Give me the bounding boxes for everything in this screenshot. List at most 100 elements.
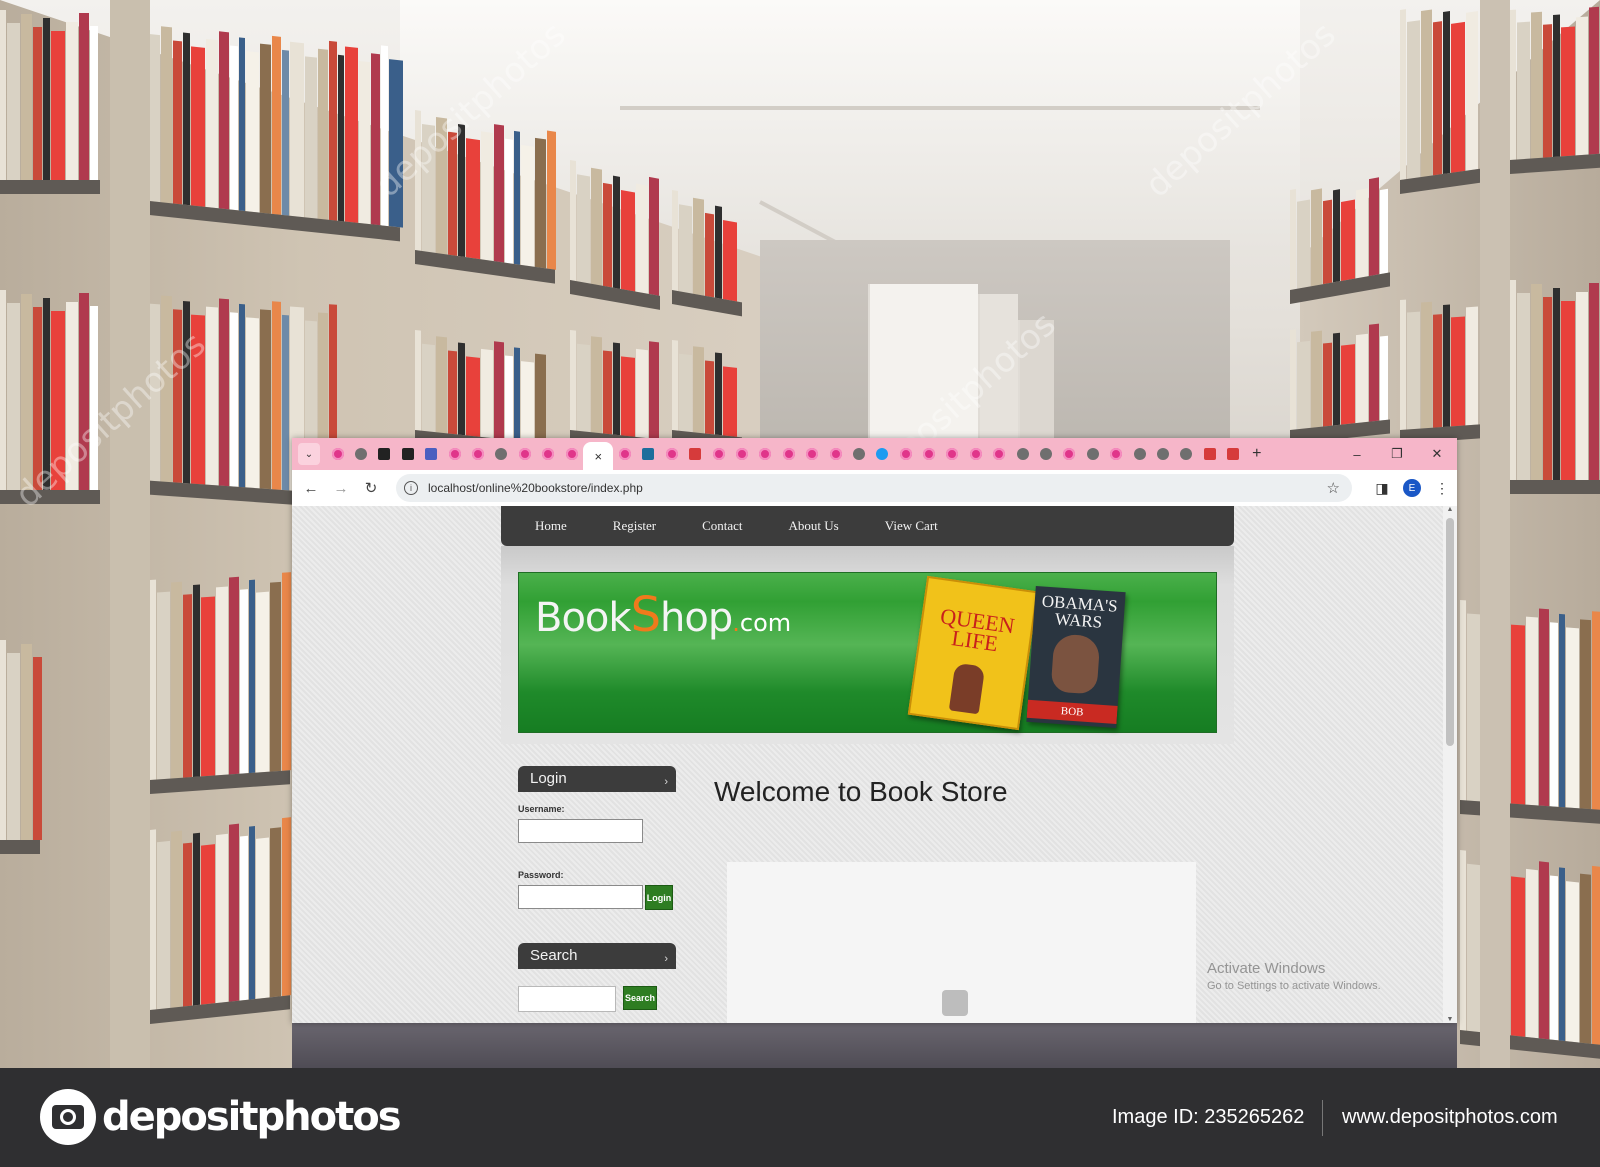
tab-favicon-icon[interactable] xyxy=(613,438,636,470)
tab-favicon-icon[interactable] xyxy=(1081,438,1104,470)
tab-search-chevron-icon[interactable]: ⌄ xyxy=(298,443,320,465)
tab-favicon-icon[interactable] xyxy=(683,438,706,470)
book-spine xyxy=(240,589,248,774)
book-spine xyxy=(1356,333,1368,424)
book-spine xyxy=(183,32,190,206)
tab-favicon-icon[interactable] xyxy=(537,438,560,470)
site-info-icon[interactable]: i xyxy=(404,481,418,495)
reload-icon[interactable]: ↻ xyxy=(356,473,386,503)
book-spine xyxy=(505,138,513,264)
book-spine xyxy=(1466,11,1478,171)
book-spine xyxy=(1400,299,1406,430)
search-button[interactable]: Search xyxy=(623,986,657,1010)
book-spine xyxy=(422,123,435,253)
tab-favicon-icon[interactable] xyxy=(349,438,372,470)
bookmark-star-icon[interactable]: ☆ xyxy=(1327,479,1340,497)
tab-favicon-icon[interactable] xyxy=(1221,438,1244,470)
book-spine xyxy=(679,204,692,294)
tab-favicon-icon[interactable] xyxy=(1105,438,1128,470)
tab-favicon-icon[interactable] xyxy=(396,438,419,470)
nav-about-link[interactable]: About Us xyxy=(789,518,839,534)
book-spine xyxy=(1356,188,1368,279)
tab-favicon-icon[interactable] xyxy=(490,438,513,470)
book-spine xyxy=(1543,24,1552,158)
book-spine xyxy=(672,190,678,292)
restore-button[interactable]: ❐ xyxy=(1377,438,1417,470)
tab-favicon-icon[interactable] xyxy=(1011,438,1034,470)
tab-favicon-icon[interactable] xyxy=(800,438,823,470)
tab-favicon-icon[interactable] xyxy=(941,438,964,470)
image-id-text: Image ID: 235265262 xyxy=(1112,1106,1305,1128)
tab-favicon-icon[interactable] xyxy=(513,438,536,470)
site-url-text: www.depositphotos.com xyxy=(1342,1106,1558,1128)
book-spine xyxy=(613,342,620,436)
book-spine xyxy=(1333,189,1340,283)
nav-home-link[interactable]: Home xyxy=(535,518,567,534)
username-input[interactable] xyxy=(518,819,643,843)
close-window-button[interactable]: ✕ xyxy=(1417,438,1457,470)
tab-favicon-icon[interactable] xyxy=(420,438,443,470)
tab-favicon-icon[interactable] xyxy=(964,438,987,470)
tab-favicon-icon[interactable] xyxy=(777,438,800,470)
book-spine xyxy=(621,189,635,292)
nav-contact-link[interactable]: Contact xyxy=(702,518,742,534)
side-panel-icon[interactable]: ◨ xyxy=(1367,480,1397,497)
tab-favicon-icon[interactable] xyxy=(326,438,349,470)
tab-favicon-icon[interactable] xyxy=(1198,438,1221,470)
book-spine xyxy=(415,110,421,251)
tab-favicon-icon[interactable] xyxy=(1151,438,1174,470)
menu-kebab-icon[interactable]: ⋮ xyxy=(1427,480,1457,497)
book-spine xyxy=(1592,865,1600,1045)
tab-favicon-icon[interactable] xyxy=(443,438,466,470)
scrollbar-thumb[interactable] xyxy=(1446,518,1454,746)
profile-avatar[interactable]: E xyxy=(1403,479,1421,497)
nav-register-link[interactable]: Register xyxy=(613,518,656,534)
tab-favicon-icon[interactable] xyxy=(373,438,396,470)
tab-favicon-icon[interactable] xyxy=(894,438,917,470)
tab-favicon-icon[interactable] xyxy=(1175,438,1198,470)
tab-favicon-icon[interactable] xyxy=(988,438,1011,470)
tab-favicon-icon[interactable] xyxy=(466,438,489,470)
book-spine xyxy=(272,301,281,490)
book-spine xyxy=(1369,177,1379,277)
tab-favicon-icon[interactable] xyxy=(917,438,940,470)
book-spine xyxy=(359,61,370,225)
back-arrow-icon[interactable]: ← xyxy=(296,473,326,503)
tab-favicon-icon[interactable] xyxy=(1034,438,1057,470)
scroll-down-arrow-icon[interactable]: ▼ xyxy=(1446,1016,1454,1023)
book-spine xyxy=(1451,316,1465,427)
book-spine xyxy=(21,14,32,180)
tab-favicon-icon[interactable] xyxy=(730,438,753,470)
tab-favicon-icon[interactable] xyxy=(560,438,583,470)
tab-favicon-icon[interactable] xyxy=(754,438,777,470)
tab-favicon-icon[interactable] xyxy=(1128,438,1151,470)
book-row xyxy=(1290,172,1390,290)
address-bar[interactable]: i localhost/online%20bookstore/index.php… xyxy=(396,474,1352,502)
forward-arrow-icon[interactable]: → xyxy=(326,473,356,503)
book-spine xyxy=(1467,863,1480,1033)
password-input[interactable] xyxy=(518,885,643,909)
tab-favicon-icon[interactable] xyxy=(824,438,847,470)
page-scrollbar[interactable]: ▲ ▼ xyxy=(1443,506,1457,1023)
url-text[interactable]: localhost/online%20bookstore/index.php xyxy=(428,481,643,495)
tab-favicon-icon[interactable] xyxy=(1058,438,1081,470)
book-row xyxy=(570,330,660,440)
new-tab-button[interactable]: + xyxy=(1245,445,1269,463)
active-tab-close-icon[interactable]: × xyxy=(583,442,614,470)
nav-view-cart-link[interactable]: View Cart xyxy=(885,518,938,534)
book-spine xyxy=(150,579,156,780)
scroll-up-arrow-icon[interactable]: ▲ xyxy=(1446,506,1454,513)
tab-favicon-icon[interactable] xyxy=(660,438,683,470)
book-spine xyxy=(1517,293,1530,480)
tab-favicon-icon[interactable] xyxy=(707,438,730,470)
book-row xyxy=(1510,4,1600,160)
tab-favicon-icon[interactable] xyxy=(847,438,870,470)
book-spine xyxy=(389,59,403,228)
book-spine xyxy=(603,182,612,288)
login-button[interactable]: Login xyxy=(645,885,673,910)
minimize-button[interactable]: – xyxy=(1337,438,1377,470)
tab-favicon-icon[interactable] xyxy=(871,438,894,470)
search-input[interactable] xyxy=(518,986,616,1012)
tab-favicon-icon[interactable] xyxy=(637,438,660,470)
book-spine xyxy=(1510,9,1516,160)
